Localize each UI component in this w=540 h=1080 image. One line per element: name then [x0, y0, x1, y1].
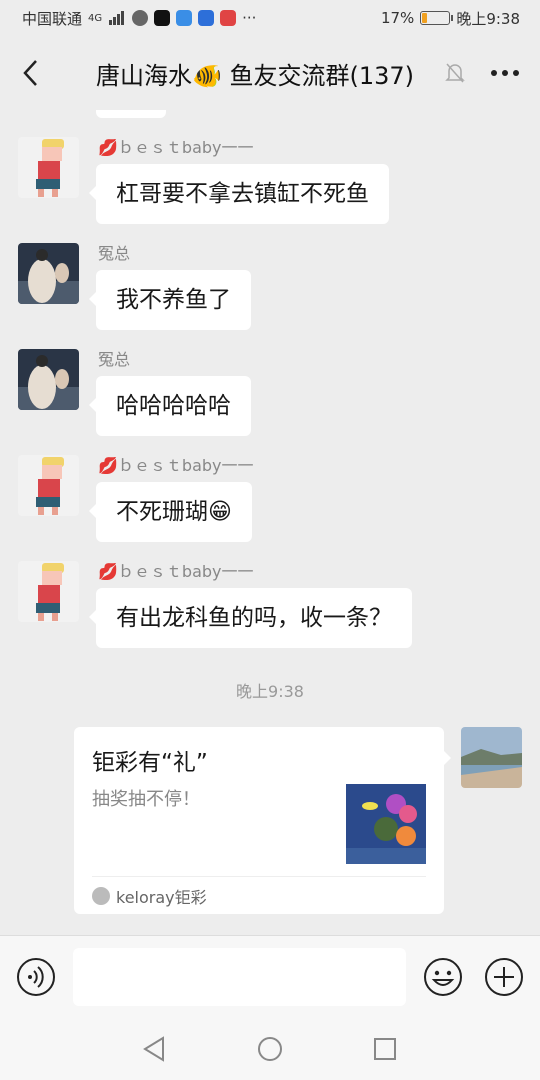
mute-indicator [440, 62, 470, 84]
card-title: 钜彩有“礼” [92, 750, 208, 776]
photo-avatar[interactable] [18, 349, 79, 410]
previous-bubble-edge [96, 110, 166, 118]
chat-area[interactable]: 💋ｂｅｓｔbaby一一 杠哥要不拿去镇缸不死鱼 冤总 我不养鱼了 冤总 哈哈哈哈… [0, 110, 540, 935]
carrier-label: 中国联通 [22, 9, 83, 28]
nav-back-button[interactable] [142, 1036, 166, 1066]
message-bubble[interactable]: 哈哈哈哈哈 [89, 376, 251, 436]
photo-avatar[interactable] [18, 243, 79, 304]
cloud-app-icon [176, 10, 193, 26]
message-item: 💋ｂｅｓｔbaby一一 不死珊瑚😁 [18, 455, 522, 545]
network-label: 4G [88, 12, 103, 24]
more-dots-icon [491, 70, 519, 76]
nav-recent-button[interactable] [373, 1037, 397, 1065]
more-functions-button[interactable] [484, 957, 524, 997]
message-bubble[interactable]: 我不养鱼了 [89, 270, 251, 330]
plus-icon [485, 958, 523, 996]
sender-name: 冤总 [98, 350, 131, 369]
system-nav-bar [0, 1018, 540, 1080]
signal-icon [109, 11, 125, 25]
my-avatar[interactable] [461, 727, 522, 788]
sender-name: 💋ｂｅｓｔbaby一一 [98, 138, 254, 157]
square-recent-icon [374, 1038, 396, 1060]
source-icon [92, 886, 110, 905]
back-button[interactable] [0, 36, 60, 110]
red-app-icon [220, 10, 237, 26]
battery-percent: 17% [380, 9, 415, 27]
coral-reef-thumbnail [346, 784, 426, 864]
status-bar: 中国联通 4G ··· 17% 晚上9:38 [0, 0, 540, 36]
sender-name: 冤总 [98, 244, 131, 263]
title-bar: 唐山海水🐠 鱼友交流群(137) [0, 36, 540, 110]
share-card[interactable]: 钜彩有“礼” 抽奖抽不停！ keloray钜彩 [74, 727, 451, 914]
cartoon-avatar[interactable] [18, 561, 79, 622]
cartoon-avatar[interactable] [18, 137, 79, 198]
message-item: 💋ｂｅｓｔbaby一一 杠哥要不拿去镇缸不死鱼 [18, 137, 522, 227]
battery-icon [420, 11, 454, 25]
message-item: 💋ｂｅｓｔbaby一一 有出龙科鱼的吗，收一条？ [18, 561, 522, 651]
card-source: keloray钜彩 [116, 887, 207, 907]
chevron-left-icon [23, 60, 37, 86]
message-timestamp: 晚上9:38 [236, 682, 304, 701]
nav-home-button[interactable] [257, 1036, 283, 1066]
card-footer: keloray钜彩 [92, 876, 426, 914]
message-bubble[interactable]: 有出龙科鱼的吗，收一条？ [89, 588, 412, 648]
message-bubble[interactable]: 杠哥要不拿去镇缸不死鱼 [89, 164, 389, 224]
input-bar [0, 935, 540, 1018]
emoji-button[interactable] [423, 957, 463, 997]
voice-icon [17, 958, 55, 996]
more-notifications-label: ··· [242, 9, 257, 27]
circle-home-icon [258, 1037, 282, 1061]
message-item: 冤总 哈哈哈哈哈 [18, 349, 522, 439]
shield-app-icon [198, 10, 215, 26]
status-time: 晚上9:38 [456, 9, 520, 28]
sender-name: 💋ｂｅｓｔbaby一一 [98, 456, 254, 475]
message-input[interactable] [73, 948, 406, 1006]
battery-fill [422, 13, 428, 23]
chat-title: 唐山海水🐠 鱼友交流群(137) [95, 61, 415, 90]
triangle-back-icon [143, 1036, 164, 1062]
more-button[interactable] [470, 36, 540, 110]
bell-off-icon [445, 63, 465, 83]
cartoon-avatar[interactable] [18, 455, 79, 516]
emoji-icon [424, 958, 462, 996]
message-item: 冤总 我不养鱼了 [18, 243, 522, 333]
sender-name: 💋ｂｅｓｔbaby一一 [98, 562, 254, 581]
voice-button[interactable] [16, 957, 56, 997]
message-bubble[interactable]: 不死珊瑚😁 [89, 482, 252, 542]
app-icon-1 [132, 10, 149, 26]
tiktok-icon [154, 10, 171, 26]
